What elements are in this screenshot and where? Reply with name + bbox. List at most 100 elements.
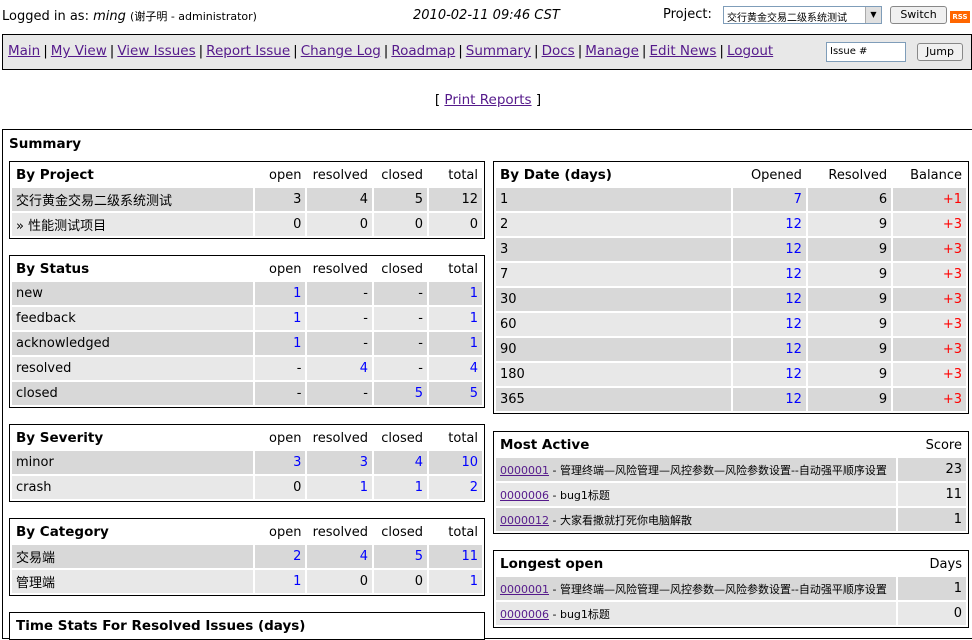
- cell-total[interactable]: 1: [428, 282, 482, 305]
- table-row: 0000001 - 管理终端—风险管理—风控参数—风险参数设置--自动强平顺序设…: [496, 577, 966, 600]
- cell-opened[interactable]: 12: [733, 338, 806, 361]
- cell-resolved: 9: [807, 313, 892, 336]
- table-row: 管理端 1 0 0 1: [12, 570, 482, 593]
- menu-item-edit-news[interactable]: Edit News: [649, 43, 716, 59]
- cell-total[interactable]: 5: [428, 382, 482, 405]
- open-bracket: [: [434, 92, 441, 108]
- chevron-down-icon[interactable]: ▼: [865, 7, 881, 23]
- table-row: minor 3 3 4 10: [12, 451, 482, 474]
- table-row: 交行黄金交易二级系统测试 3 4 5 12: [12, 188, 482, 211]
- cell-open: 0: [254, 476, 306, 499]
- menu-item-change-log[interactable]: Change Log: [301, 43, 381, 59]
- cell-open[interactable]: 2: [254, 545, 306, 568]
- cell-opened[interactable]: 7: [733, 188, 806, 211]
- issue-id-link[interactable]: 0000006: [500, 489, 549, 502]
- cell-open[interactable]: 1: [254, 282, 306, 305]
- login-info: Logged in as: ming (谢子明 - administrator): [2, 8, 257, 24]
- cell-closed[interactable]: 4: [374, 451, 427, 474]
- menu-item-roadmap[interactable]: Roadmap: [391, 43, 455, 59]
- by-date-header-row: By Date (days) Opened Resolved Balance: [496, 164, 966, 186]
- row-label: 3: [496, 238, 732, 261]
- menu-separator: |: [198, 43, 204, 59]
- table-row: 0000001 - 管理终端—风险管理—风控参数—风险参数设置--自动强平顺序设…: [496, 458, 966, 481]
- project-select[interactable]: 交行黄金交易二级系统测试 ▼: [723, 6, 882, 24]
- cell-open[interactable]: 1: [254, 332, 306, 355]
- cell-resolved[interactable]: 3: [307, 451, 372, 474]
- table-row: crash 0 1 1 2: [12, 476, 482, 499]
- cell-total[interactable]: 1: [428, 332, 482, 355]
- row-label: feedback: [12, 307, 253, 330]
- menu-item-summary[interactable]: Summary: [466, 43, 531, 59]
- menu-item-my-view[interactable]: My View: [51, 43, 107, 59]
- cell-open[interactable]: 3: [254, 451, 306, 474]
- issue-summary: - 管理终端—风险管理—风控参数—风险参数设置--自动强平顺序设置: [549, 463, 887, 477]
- issue-id-link[interactable]: 0000001: [500, 583, 549, 596]
- cell-resolved[interactable]: 1: [307, 476, 372, 499]
- column-header-closed: closed: [374, 427, 427, 449]
- cell-total[interactable]: 11: [428, 545, 482, 568]
- cell-opened[interactable]: 12: [733, 238, 806, 261]
- cell-opened[interactable]: 12: [733, 313, 806, 336]
- cell-opened[interactable]: 12: [733, 213, 806, 236]
- jump-button[interactable]: Jump: [917, 43, 963, 61]
- menu-separator: |: [719, 43, 724, 59]
- column-header-score: Score: [898, 434, 966, 456]
- issue-cell: 0000001 - 管理终端—风险管理—风控参数—风险参数设置--自动强平顺序设…: [496, 458, 896, 481]
- menu-item-logout[interactable]: Logout: [727, 43, 773, 59]
- cell-balance: +3: [893, 313, 966, 336]
- cell-closed[interactable]: 5: [374, 545, 427, 568]
- menu-item-manage[interactable]: Manage: [585, 43, 639, 59]
- cell-closed[interactable]: 5: [374, 382, 427, 405]
- print-reports-link[interactable]: Print Reports: [444, 92, 531, 108]
- cell-resolved[interactable]: 4: [307, 545, 372, 568]
- issue-id-link[interactable]: 0000006: [500, 608, 549, 621]
- column-header-closed: closed: [374, 521, 427, 543]
- cell-balance: +3: [893, 238, 966, 261]
- longest-open-title: Longest open: [496, 553, 896, 575]
- issue-id-link[interactable]: 0000001: [500, 464, 549, 477]
- column-header-open: open: [254, 164, 306, 186]
- cell-balance: +3: [893, 213, 966, 236]
- menu-item-main[interactable]: Main: [8, 43, 40, 59]
- column-header-closed: closed: [374, 258, 427, 280]
- cell-opened[interactable]: 12: [733, 363, 806, 386]
- cell-resolved[interactable]: 4: [307, 357, 372, 380]
- column-header-balance: Balance: [893, 164, 966, 186]
- server-datetime: 2010-02-11 09:46 CST: [413, 8, 560, 23]
- cell-total[interactable]: 10: [428, 451, 482, 474]
- cell-open[interactable]: 1: [254, 307, 306, 330]
- column-header-total: total: [428, 427, 482, 449]
- menu-item-docs[interactable]: Docs: [542, 43, 575, 59]
- project-label: Project:: [663, 7, 712, 22]
- menu-item-view-issues[interactable]: View Issues: [117, 43, 195, 59]
- issue-id-link[interactable]: 0000012: [500, 514, 549, 527]
- cell-closed[interactable]: 1: [374, 476, 427, 499]
- row-label: resolved: [12, 357, 253, 380]
- menu-item-report-issue[interactable]: Report Issue: [206, 43, 290, 59]
- column-header-total: total: [428, 164, 482, 186]
- cell-opened[interactable]: 12: [733, 263, 806, 286]
- cell-opened[interactable]: 12: [733, 288, 806, 311]
- table-row: 2 12 9 +3: [496, 213, 966, 236]
- by-severity-table: By Severity open resolved closed total minor 3…: [9, 424, 485, 502]
- switch-button[interactable]: Switch: [890, 6, 947, 24]
- rss-icon[interactable]: RSS: [950, 11, 970, 23]
- most-active-table: Most Active Score 0000001 - 管理终端—风险管理—风控参数…: [493, 431, 969, 534]
- column-header-total: total: [428, 521, 482, 543]
- cell-open: -: [254, 357, 306, 380]
- cell-total[interactable]: 4: [428, 357, 482, 380]
- cell-opened[interactable]: 12: [733, 388, 806, 411]
- table-row: 0000012 - 大家看撒就打死你电脑解散 1: [496, 508, 966, 531]
- summary-panel: Summary By Project open resolved closed tota…: [2, 129, 972, 640]
- cell-total[interactable]: 2: [428, 476, 482, 499]
- cell-score: 23: [898, 458, 966, 481]
- menu-separator: |: [383, 43, 389, 59]
- cell-total[interactable]: 1: [428, 307, 482, 330]
- table-row: feedback 1- -1: [12, 307, 482, 330]
- cell-total[interactable]: 1: [428, 570, 482, 593]
- cell-open[interactable]: 1: [254, 570, 306, 593]
- issue-number-input[interactable]: Issue #: [826, 42, 906, 62]
- cell-resolved: 9: [807, 363, 892, 386]
- cell-closed: -: [374, 332, 427, 355]
- cell-resolved: 9: [807, 238, 892, 261]
